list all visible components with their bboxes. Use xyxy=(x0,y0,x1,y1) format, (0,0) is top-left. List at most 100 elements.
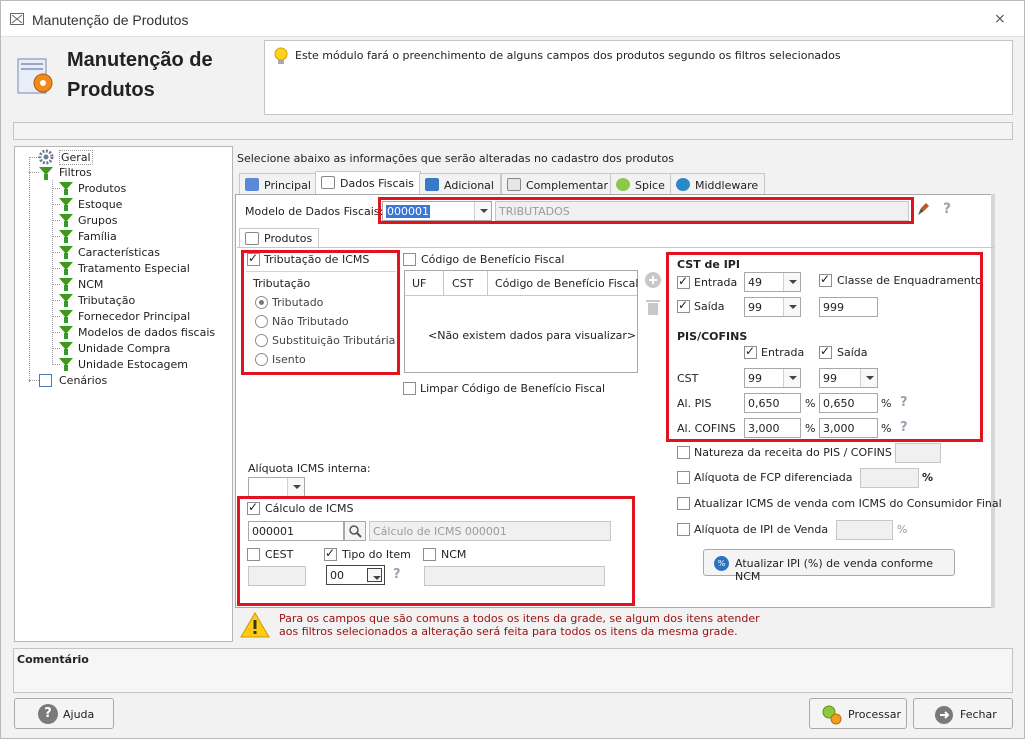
pis-cst-entrada-select[interactable]: 99 xyxy=(744,368,801,388)
al-cofins-entrada-input[interactable]: 3,000 xyxy=(744,418,801,438)
beneficio-checkbox[interactable] xyxy=(403,253,416,266)
main-window: Manutenção de Produtos ⨯ Manutenção de P… xyxy=(0,0,1025,739)
tributacao-icms-label: Tributação de ICMS xyxy=(264,253,370,266)
col-cst[interactable]: CST xyxy=(452,277,473,290)
cest-input xyxy=(248,566,306,586)
subtab-line xyxy=(237,247,994,248)
help-icon[interactable]: ? xyxy=(900,395,908,410)
radio-tributado[interactable] xyxy=(255,296,268,309)
enquadramento-label: Classe de Enquadramento xyxy=(837,274,982,287)
tree-item-filtros[interactable]: Filtros xyxy=(59,166,92,179)
tree-item-tratamento-especial[interactable]: Tratamento Especial xyxy=(78,262,190,275)
trash-icon[interactable] xyxy=(644,298,662,316)
help-button[interactable]: ? Ajuda xyxy=(14,698,114,729)
al-pis-saida-input[interactable]: 0,650 xyxy=(819,393,878,413)
tree-item-ncm[interactable]: NCM xyxy=(78,278,103,291)
al-pis-entrada-input[interactable]: 0,650 xyxy=(744,393,801,413)
tree-item-tributacao[interactable]: Tributação xyxy=(78,294,135,307)
help-icon[interactable]: ? xyxy=(943,201,951,217)
filter-icon xyxy=(59,198,73,211)
icms-interna-select[interactable] xyxy=(248,477,305,497)
ipi-entrada-select[interactable]: 49 xyxy=(744,272,801,292)
pis-saida-checkbox[interactable] xyxy=(819,344,832,359)
tree-item-fornecedor-principal[interactable]: Fornecedor Principal xyxy=(78,310,190,323)
radio-isento[interactable] xyxy=(255,353,268,366)
cest-checkbox[interactable] xyxy=(247,548,260,561)
enquadramento-input[interactable]: 999 xyxy=(819,297,878,317)
col-uf[interactable]: UF xyxy=(412,277,426,290)
ncm-input xyxy=(424,566,605,586)
tree-item-unidade-estocagem[interactable]: Unidade Estocagem xyxy=(78,358,188,371)
radio-substituicao[interactable] xyxy=(255,334,268,347)
fcp-checkbox[interactable] xyxy=(677,471,690,484)
calculo-code-input[interactable]: 000001 xyxy=(248,521,344,541)
calculo-icms-checkbox[interactable] xyxy=(247,500,260,515)
atualizar-icms-checkbox[interactable] xyxy=(677,497,690,510)
help-icon[interactable]: ? xyxy=(393,567,401,582)
search-button[interactable] xyxy=(344,521,366,541)
question-icon: ? xyxy=(38,704,58,724)
al-cofins-saida-input[interactable]: 3,000 xyxy=(819,418,878,438)
limpar-beneficio-label: Limpar Código de Benefício Fiscal xyxy=(420,382,606,395)
close-button[interactable]: Fechar xyxy=(913,698,1013,729)
limpar-beneficio-checkbox[interactable] xyxy=(403,382,416,395)
pct-sign: % xyxy=(897,523,908,536)
pis-cst-saida-select[interactable]: 99 xyxy=(819,368,878,388)
tab-principal[interactable]: Principal xyxy=(239,173,318,195)
chart-icon xyxy=(245,232,259,245)
tree-item-unidade-compra[interactable]: Unidade Compra xyxy=(78,342,170,355)
pis-entrada-label: Entrada xyxy=(761,346,805,359)
principal-icon xyxy=(245,178,259,191)
instruction-text: Selecione abaixo as informações que serã… xyxy=(237,152,674,165)
add-icon[interactable] xyxy=(644,271,662,289)
ipi-entrada-checkbox[interactable] xyxy=(677,274,690,289)
ipi-saida-select[interactable]: 99 xyxy=(744,297,801,317)
process-button[interactable]: Processar xyxy=(809,698,907,729)
tree-item-produtos[interactable]: Produtos xyxy=(78,182,126,195)
enquadramento-checkbox[interactable] xyxy=(819,272,832,287)
pct-sign: % xyxy=(922,471,934,484)
tree-item-modelos-dados-fiscais[interactable]: Modelos de dados fiscais xyxy=(78,326,215,339)
col-codigo[interactable]: Código de Benefício Fiscal xyxy=(495,277,638,290)
tipo-item-select[interactable]: 00 xyxy=(326,565,385,585)
ipi-venda-checkbox[interactable] xyxy=(677,523,690,536)
tab-complementar[interactable]: Complementar xyxy=(501,173,615,195)
tree-item-caracteristicas[interactable]: Características xyxy=(78,246,160,259)
help-icon[interactable]: ? xyxy=(900,420,908,435)
close-window-icon[interactable]: ⨯ xyxy=(994,11,1006,27)
ipi-entrada-label: Entrada xyxy=(694,276,738,289)
subtab-produtos[interactable]: Produtos xyxy=(239,228,320,248)
pis-entrada-checkbox[interactable] xyxy=(744,344,757,359)
filter-icon xyxy=(59,358,73,371)
ipi-saida-checkbox[interactable] xyxy=(677,298,690,313)
search-icon xyxy=(349,525,362,538)
fcp-label: Alíquota de FCP diferenciada xyxy=(694,471,853,484)
tree-item-familia[interactable]: Família xyxy=(78,230,117,243)
model-code-select[interactable]: 000001 xyxy=(382,201,492,221)
tab-middleware[interactable]: Middleware xyxy=(670,173,766,195)
ipi-title: CST de IPI xyxy=(677,258,740,271)
tree-item-cenarios[interactable]: Cenários xyxy=(59,374,107,387)
chart-icon xyxy=(321,176,335,189)
tree-item-estoque[interactable]: Estoque xyxy=(78,198,122,211)
model-desc-field: TRIBUTADOS xyxy=(495,201,909,221)
radio-nao-tributado[interactable] xyxy=(255,315,268,328)
tab-dados-fiscais[interactable]: Dados Fiscais xyxy=(315,171,422,195)
radio-tributado-label: Tributado xyxy=(272,296,324,309)
tributacao-icms-checkbox[interactable] xyxy=(247,251,260,266)
tab-adicional[interactable]: Adicional xyxy=(419,173,501,195)
filter-icon xyxy=(59,342,73,355)
natureza-label: Natureza da receita do PIS / COFINS xyxy=(694,446,892,459)
cst-label: CST xyxy=(677,372,699,385)
tree-item-grupos[interactable]: Grupos xyxy=(78,214,117,227)
tree-item-geral[interactable]: Geral xyxy=(59,150,93,165)
tab-spice[interactable]: Spice xyxy=(610,173,672,195)
filter-icon xyxy=(59,294,73,307)
natureza-checkbox[interactable] xyxy=(677,446,690,459)
icms-interna-label: Alíquota ICMS interna: xyxy=(248,462,371,475)
broom-icon[interactable] xyxy=(916,201,932,217)
tipo-item-checkbox[interactable] xyxy=(324,546,337,561)
beneficio-grid[interactable]: UF CST Código de Benefício Fiscal <Não e… xyxy=(404,270,638,373)
ncm-checkbox[interactable] xyxy=(423,548,436,561)
atualizar-ipi-button[interactable]: % Atualizar IPI (%) de venda conforme NC… xyxy=(703,549,955,583)
